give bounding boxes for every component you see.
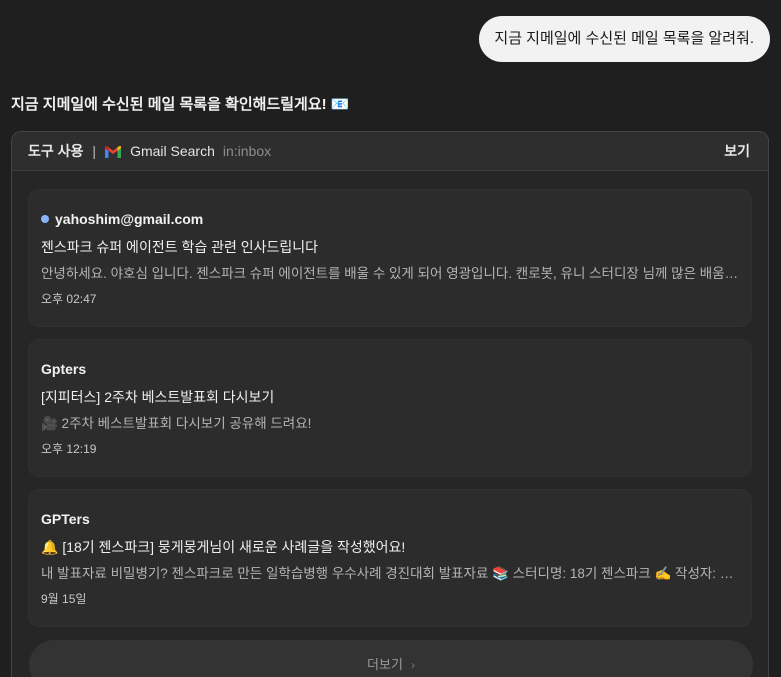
tool-label: 도구 사용 bbox=[28, 143, 84, 159]
chevron-right-icon: › bbox=[410, 658, 415, 672]
mail-list: yahoshim@gmail.com 젠스파크 슈퍼 에이전트 학습 관련 인사… bbox=[12, 171, 768, 677]
mail-sender-row: GPTers bbox=[41, 510, 739, 528]
tool-separator: | bbox=[92, 143, 97, 159]
tool-query: in:inbox bbox=[222, 143, 272, 159]
tool-name: Gmail Search bbox=[130, 143, 215, 159]
mail-snippet: 내 발표자료 비밀병기? 젠스파크로 만든 일학습병행 우수사례 경진대회 발표… bbox=[41, 566, 739, 581]
assistant-message-text: 지금 지메일에 수신된 메일 목록을 확인해드릴게요! bbox=[11, 96, 327, 113]
mail-item[interactable]: GPTers 🔔 [18기 젠스파크] 뭉게뭉게님이 새로운 사례글을 작성했어… bbox=[29, 490, 751, 626]
envelope-icon: 📧 bbox=[330, 96, 350, 113]
more-button[interactable]: 더보기 › bbox=[29, 640, 753, 677]
user-message-text: 지금 지메일에 수신된 메일 목록을 알려줘. bbox=[494, 30, 754, 47]
mail-sender-row: yahoshim@gmail.com bbox=[41, 210, 739, 228]
assistant-message: 지금 지메일에 수신된 메일 목록을 확인해드릴게요! 📧 bbox=[11, 94, 350, 116]
mail-time: 오후 12:19 bbox=[41, 442, 97, 456]
tool-use-panel: 도구 사용 | Gmail Search in:inbox 보기 yahoshi… bbox=[11, 131, 769, 677]
mail-time: 9월 15일 bbox=[41, 592, 87, 606]
mail-subject: [지피터스] 2주차 베스트발표회 다시보기 bbox=[41, 389, 275, 405]
mail-subject: 🔔 [18기 젠스파크] 뭉게뭉게님이 새로운 사례글을 작성했어요! bbox=[41, 539, 406, 555]
user-message-bubble: 지금 지메일에 수신된 메일 목록을 알려줘. bbox=[479, 16, 770, 62]
view-button[interactable]: 보기 bbox=[724, 141, 750, 161]
mail-item[interactable]: Gpters [지피터스] 2주차 베스트발표회 다시보기 🎥 2주차 베스트발… bbox=[29, 340, 751, 476]
mail-time: 오후 02:47 bbox=[41, 292, 97, 306]
mail-subject: 젠스파크 슈퍼 에이전트 학습 관련 인사드립니다 bbox=[41, 239, 319, 255]
mail-sender: Gpters bbox=[41, 361, 87, 377]
more-button-label: 더보기 bbox=[367, 657, 403, 672]
tool-header: 도구 사용 | Gmail Search in:inbox 보기 bbox=[12, 132, 768, 171]
mail-sender: yahoshim@gmail.com bbox=[55, 211, 204, 227]
gmail-icon bbox=[105, 145, 122, 158]
mail-snippet: 안녕하세요. 야호심 입니다. 젠스파크 슈퍼 에이전트를 배울 수 있게 되어… bbox=[41, 266, 739, 281]
unread-dot-icon bbox=[41, 215, 49, 223]
mail-sender-row: Gpters bbox=[41, 360, 739, 378]
mail-snippet: 🎥 2주차 베스트발표회 다시보기 공유해 드려요! bbox=[41, 416, 312, 431]
mail-sender: GPTers bbox=[41, 511, 90, 527]
mail-item[interactable]: yahoshim@gmail.com 젠스파크 슈퍼 에이전트 학습 관련 인사… bbox=[29, 190, 751, 326]
